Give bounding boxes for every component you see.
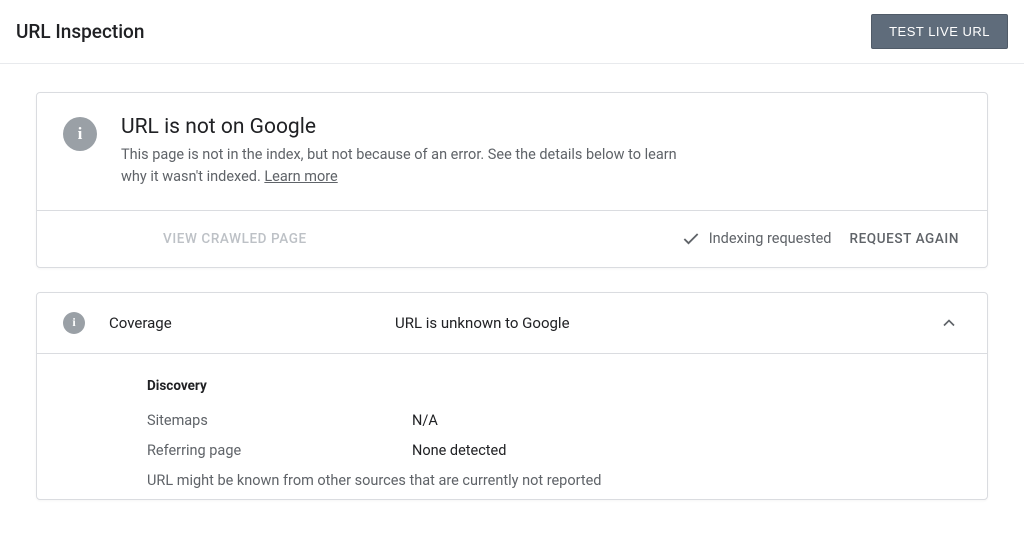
referring-page-label: Referring page bbox=[147, 442, 412, 459]
status-desc-line2: why it wasn't indexed. bbox=[121, 168, 264, 185]
coverage-body: Discovery Sitemaps N/A Referring page No… bbox=[37, 354, 987, 499]
actions-right: Indexing requested REQUEST AGAIN bbox=[681, 229, 959, 249]
status-description: This page is not in the index, but not b… bbox=[121, 144, 677, 188]
sitemaps-label: Sitemaps bbox=[147, 412, 412, 429]
coverage-label: Coverage bbox=[109, 314, 371, 332]
status-card-actions: VIEW CRAWLED PAGE Indexing requested REQ… bbox=[37, 210, 987, 267]
indexing-requested-status: Indexing requested bbox=[681, 229, 832, 249]
page-title: URL Inspection bbox=[16, 20, 144, 43]
learn-more-link[interactable]: Learn more bbox=[264, 168, 337, 185]
info-icon: i bbox=[63, 117, 97, 151]
coverage-value: URL is unknown to Google bbox=[395, 314, 915, 332]
info-icon: i bbox=[63, 312, 85, 334]
request-again-button[interactable]: REQUEST AGAIN bbox=[849, 231, 959, 247]
view-crawled-page-button: VIEW CRAWLED PAGE bbox=[163, 231, 307, 247]
referring-page-value: None detected bbox=[412, 442, 506, 459]
status-desc-line1: This page is not in the index, but not b… bbox=[121, 146, 677, 163]
status-card-body: i URL is not on Google This page is not … bbox=[37, 93, 987, 210]
referring-page-row: Referring page None detected bbox=[147, 442, 959, 459]
check-icon bbox=[681, 229, 701, 249]
status-text-block: URL is not on Google This page is not in… bbox=[121, 115, 677, 188]
test-live-url-button[interactable]: TEST LIVE URL bbox=[871, 14, 1008, 49]
discovery-section-title: Discovery bbox=[147, 378, 959, 394]
status-title: URL is not on Google bbox=[121, 115, 677, 139]
page-header: URL Inspection TEST LIVE URL bbox=[0, 0, 1024, 64]
content-area: i URL is not on Google This page is not … bbox=[0, 64, 1024, 500]
sitemaps-value: N/A bbox=[412, 412, 438, 429]
sitemaps-row: Sitemaps N/A bbox=[147, 412, 959, 429]
coverage-header[interactable]: i Coverage URL is unknown to Google bbox=[37, 293, 987, 354]
coverage-card: i Coverage URL is unknown to Google Disc… bbox=[36, 292, 988, 500]
indexing-status-text: Indexing requested bbox=[709, 230, 832, 247]
chevron-up-icon[interactable] bbox=[939, 313, 959, 333]
discovery-note: URL might be known from other sources th… bbox=[147, 472, 959, 489]
status-card: i URL is not on Google This page is not … bbox=[36, 92, 988, 268]
